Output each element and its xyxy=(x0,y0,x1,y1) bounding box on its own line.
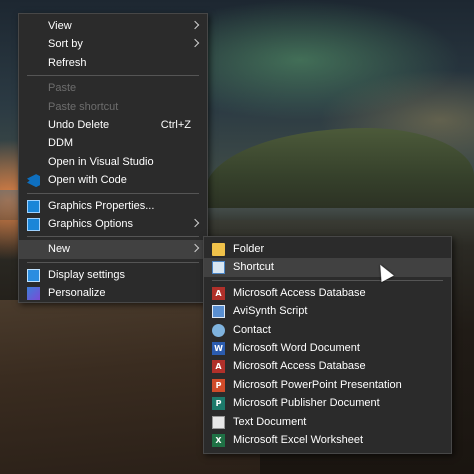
menu-item-label: Microsoft Access Database xyxy=(233,360,366,373)
new-submenu: Folder Shortcut A Microsoft Access Datab… xyxy=(203,236,452,454)
submenu-item-publisher-document[interactable]: P Microsoft Publisher Document xyxy=(204,394,451,412)
menu-item-label: Microsoft Access Database xyxy=(233,286,366,299)
menu-item-label: Undo Delete xyxy=(48,118,110,131)
menu-item-label: DDM xyxy=(48,137,74,150)
menu-item-label: AviSynth Script xyxy=(233,305,308,318)
menu-item-view[interactable]: View xyxy=(19,17,207,35)
submenu-item-word-document[interactable]: W Microsoft Word Document xyxy=(204,339,451,357)
menu-separator xyxy=(27,261,199,263)
menu-item-label: Display settings xyxy=(48,268,126,281)
menu-item-label: Open with Code xyxy=(48,174,127,187)
publisher-icon: P xyxy=(212,397,225,411)
graphics-icon xyxy=(27,199,40,213)
menu-separator xyxy=(27,236,199,238)
submenu-item-access-database-2[interactable]: A Microsoft Access Database xyxy=(204,357,451,375)
chevron-right-icon xyxy=(190,20,200,30)
avisynth-icon xyxy=(212,305,225,319)
access-icon: A xyxy=(212,360,225,374)
submenu-item-powerpoint-presentation[interactable]: P Microsoft PowerPoint Presentation xyxy=(204,376,451,394)
menu-item-label: Refresh xyxy=(48,56,87,69)
chevron-right-icon xyxy=(190,218,200,228)
menu-item-label: Personalize xyxy=(48,287,106,300)
text-document-icon xyxy=(212,415,225,429)
menu-item-ddm[interactable]: DDM xyxy=(19,134,207,152)
menu-item-label: Graphics Properties... xyxy=(48,199,155,212)
contact-icon xyxy=(212,323,225,337)
menu-item-new[interactable]: New xyxy=(19,240,207,259)
access-icon: A xyxy=(212,286,225,300)
menu-item-personalize[interactable]: Personalize xyxy=(19,284,207,302)
menu-item-display-settings[interactable]: Display settings xyxy=(19,266,207,284)
submenu-item-contact[interactable]: Contact xyxy=(204,321,451,339)
menu-item-label: Text Document xyxy=(233,415,307,428)
chevron-right-icon xyxy=(190,39,200,48)
submenu-item-folder[interactable]: Folder xyxy=(204,240,451,258)
menu-separator xyxy=(212,279,443,281)
submenu-item-avisynth-script[interactable]: AviSynth Script xyxy=(204,302,451,320)
menu-separator xyxy=(27,75,199,77)
submenu-item-excel-worksheet[interactable]: X Microsoft Excel Worksheet xyxy=(204,431,451,449)
word-icon: W xyxy=(212,341,225,355)
menu-item-label: Microsoft Publisher Document xyxy=(233,397,380,410)
submenu-item-text-document[interactable]: Text Document xyxy=(204,413,451,431)
menu-item-graphics-properties[interactable]: Graphics Properties... xyxy=(19,197,207,215)
menu-item-label: Paste shortcut xyxy=(48,100,119,113)
menu-item-graphics-options[interactable]: Graphics Options xyxy=(19,215,207,233)
menu-item-label: Folder xyxy=(233,243,265,255)
powerpoint-icon: P xyxy=(212,378,225,392)
menu-item-undo-delete[interactable]: Undo Delete Ctrl+Z xyxy=(19,116,207,134)
menu-item-label: Microsoft Excel Worksheet xyxy=(233,433,364,446)
display-icon xyxy=(27,268,40,282)
menu-item-refresh[interactable]: Refresh xyxy=(19,54,207,72)
menu-item-label: View xyxy=(48,20,72,32)
menu-item-label: New xyxy=(48,243,71,256)
menu-item-open-with-code[interactable]: Open with Code xyxy=(19,171,207,189)
menu-item-label: Microsoft Word Document xyxy=(233,341,360,354)
menu-item-label: Graphics Options xyxy=(48,217,133,230)
menu-item-label: Shortcut xyxy=(233,261,274,274)
menu-item-label: Sort by xyxy=(48,38,83,51)
excel-icon: X xyxy=(212,433,225,447)
menu-item-open-in-visual-studio[interactable]: Open in Visual Studio xyxy=(19,153,207,171)
keyboard-shortcut: Ctrl+Z xyxy=(160,118,191,131)
vscode-icon xyxy=(27,174,40,188)
personalize-icon xyxy=(27,287,40,301)
chevron-right-icon xyxy=(190,244,200,253)
menu-item-label: Microsoft PowerPoint Presentation xyxy=(233,378,402,391)
shortcut-icon xyxy=(212,261,225,275)
submenu-item-access-database[interactable]: A Microsoft Access Database xyxy=(204,284,451,302)
menu-item-sort-by[interactable]: Sort by xyxy=(19,35,207,53)
menu-item-paste: Paste xyxy=(19,79,207,97)
submenu-item-shortcut[interactable]: Shortcut xyxy=(204,258,451,277)
menu-separator xyxy=(27,192,199,194)
menu-item-label: Paste xyxy=(48,82,77,95)
desktop-context-menu: View Sort by Refresh Paste Paste shortcu… xyxy=(18,13,208,303)
menu-item-label: Contact xyxy=(233,323,271,336)
menu-item-paste-shortcut: Paste shortcut xyxy=(19,98,207,116)
graphics-icon xyxy=(27,217,40,231)
menu-item-label: Open in Visual Studio xyxy=(48,155,154,168)
folder-icon xyxy=(212,243,225,256)
